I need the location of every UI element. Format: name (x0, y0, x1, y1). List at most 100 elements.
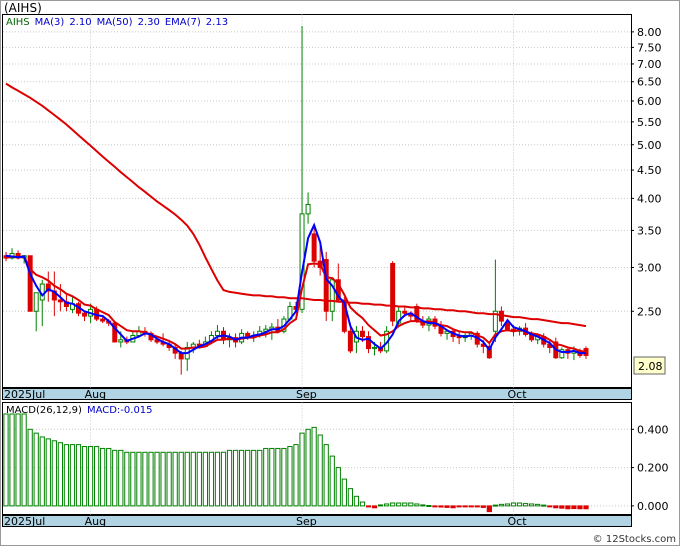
legend-item: 2.30 (138, 17, 160, 28)
macd-legend: MACD(26,12,9) MACD:-0.015 (6, 405, 153, 416)
macd-bar (220, 451, 227, 507)
macd-tick-label: 0.000 (637, 500, 669, 513)
macd-bar (63, 444, 70, 507)
macd-bar (208, 451, 215, 507)
price-plot-area (2, 14, 632, 388)
price-date-strip: 2025Jul Aug Sep Oct (2, 388, 632, 401)
macd-bar (396, 502, 402, 507)
macd-bar (510, 502, 517, 507)
macd-bar (45, 438, 51, 507)
macd-bar (196, 451, 202, 507)
macd-bar (287, 446, 293, 507)
candle-down (100, 318, 106, 322)
macd-bar (359, 501, 366, 507)
candle-down (57, 299, 63, 303)
macd-bar (293, 444, 299, 507)
price-tick-label: 3.50 (637, 224, 662, 237)
macd-bar (130, 451, 136, 507)
macd-bar (39, 436, 45, 507)
macd-bar (347, 488, 353, 507)
price-tick-label: 5.00 (637, 139, 662, 152)
macd-tick-label: 0.200 (637, 462, 669, 475)
candle-down (347, 330, 353, 352)
date-label: Oct (508, 515, 528, 528)
macd-bar (202, 451, 208, 507)
macd-bar (232, 449, 239, 507)
macd-bar (257, 449, 263, 507)
date-label: Aug (85, 388, 106, 401)
macd-bar (154, 451, 160, 507)
ticker-title: (AIHS) (4, 1, 42, 15)
macd-bar (317, 434, 323, 507)
macd-bar (81, 446, 88, 507)
legend-line: AIHS MA(3) 2.10 MA(50) 2.30 EMA(7) 2.13 (6, 17, 228, 28)
credit-text: © 12Stocks.com (593, 534, 676, 545)
macd-bar (251, 449, 257, 507)
macd-bar (172, 451, 178, 507)
macd-bar (106, 447, 112, 507)
last-price-label: 2.08 (638, 360, 663, 373)
macd-bar (438, 505, 444, 508)
macd-bar (353, 495, 360, 507)
date-label: Oct (508, 388, 528, 401)
macd-bar (239, 449, 245, 507)
macd-legend-item: MACD:-0.015 (87, 405, 153, 416)
price-tick-label: 7.00 (637, 58, 662, 71)
macd-bar (94, 446, 100, 507)
macd-bar (178, 451, 184, 507)
macd-bar (365, 505, 372, 508)
macd-bar (136, 451, 142, 507)
macd-bar (408, 502, 414, 507)
macd-bar (547, 505, 553, 508)
macd-bar (559, 505, 565, 509)
legend-item: 2.13 (206, 17, 228, 28)
legend-item: EMA(7) (165, 17, 201, 28)
macd-bar (3, 413, 9, 507)
macd-bar (341, 478, 347, 507)
price-tick-label: 4.50 (637, 164, 662, 177)
macd-bar (33, 432, 39, 507)
candle-up (214, 330, 220, 336)
macd-bar (420, 504, 426, 507)
macd-bar (444, 505, 450, 508)
macd-bar (190, 451, 196, 507)
macd-bar (69, 444, 76, 507)
macd-bar (414, 503, 420, 507)
macd-bar (281, 447, 287, 507)
date-label: Sep (296, 515, 317, 528)
candle-up (305, 203, 311, 215)
macd-bar (75, 444, 82, 507)
macd-bar (377, 504, 384, 507)
macd-bar (15, 413, 21, 507)
macd-bar (480, 505, 486, 508)
macd-bar (553, 505, 559, 509)
macd-bar (402, 502, 408, 507)
macd-bar (541, 504, 547, 507)
macd-legend-item: MACD(26,12,9) (6, 405, 82, 416)
price-tick-label: 7.50 (637, 41, 662, 54)
macd-bar (516, 502, 523, 507)
candle-down (311, 233, 317, 262)
price-tick-label: 2.50 (637, 305, 662, 318)
macd-bar (142, 451, 148, 507)
macd-bar (214, 451, 221, 507)
macd-bar (124, 451, 130, 507)
macd-bar (160, 451, 166, 507)
macd-bar (166, 451, 172, 507)
macd-bar (571, 505, 577, 510)
legend-item: 2.10 (69, 17, 91, 28)
date-label: Aug (85, 515, 106, 528)
macd-bar (311, 426, 317, 507)
macd-bar (323, 444, 329, 507)
macd-bar (51, 440, 57, 507)
macd-bar (112, 449, 118, 507)
legend-item: MA(3) (35, 17, 65, 28)
macd-bar (329, 455, 335, 507)
macd-bar (384, 503, 390, 507)
macd-bar (486, 505, 492, 513)
candle-up (372, 346, 378, 350)
legend-item: MA(50) (97, 17, 133, 28)
macd-bar (21, 413, 27, 507)
candle-down (82, 312, 88, 317)
date-label: 2025Jul (4, 388, 45, 401)
